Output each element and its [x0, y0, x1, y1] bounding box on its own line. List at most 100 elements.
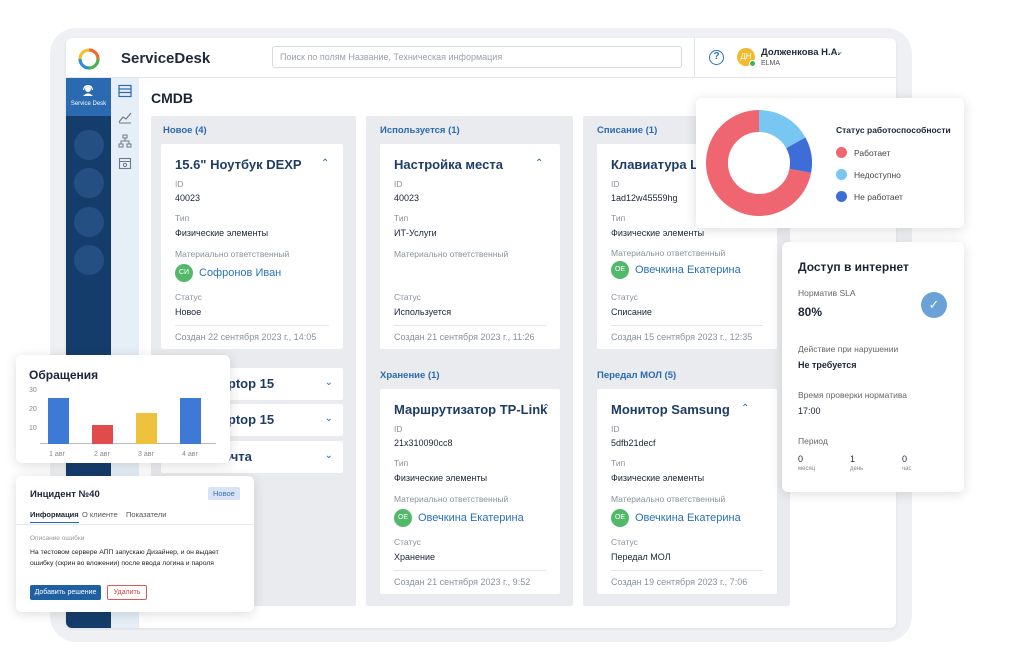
card-title[interactable]: Монитор Samsung	[611, 402, 730, 417]
health-status-panel: Статус работоспособности Работает Недост…	[696, 98, 964, 228]
owner-avatar: ОЕ	[611, 509, 629, 527]
id-value: 40023	[394, 193, 420, 203]
y-tick: 10	[29, 425, 37, 432]
type-value: ИТ-Услуги	[394, 228, 437, 238]
donut-segment-1	[758, 110, 806, 149]
sla-period-label: Период	[798, 436, 828, 446]
chevron-up-icon[interactable]: ⌃	[542, 403, 550, 414]
donut-title: Статус работоспособности	[836, 125, 951, 135]
top-bar: ServiceDesk Поиск по полям Название, Тех…	[66, 38, 896, 78]
status-label: Статус	[611, 292, 638, 302]
legend-dot-down	[836, 191, 847, 202]
sla-check-value: 17:00	[798, 406, 821, 416]
owner-link[interactable]: ОЕ Овечкина Екатерина	[611, 509, 741, 527]
card-title[interactable]: Маршрутизатор TP-Link	[394, 402, 547, 417]
nav-item[interactable]	[74, 168, 104, 198]
requests-chart-panel: Обращения 30 20 10 1 авг 2 авг 3 авг 4 а…	[16, 355, 230, 463]
help-icon[interactable]: ?	[709, 50, 724, 65]
servicedesk-logo-icon	[78, 48, 100, 70]
card-title[interactable]: Клавиатура Lo	[611, 157, 706, 172]
legend-label: Недоступно	[854, 170, 901, 180]
sla-panel: Доступ в интернет Норматив SLA 80% ✓ Дей…	[782, 242, 964, 492]
headset-icon	[82, 84, 94, 96]
created-date: Создан 19 сентября 2023 г., 7:06	[611, 570, 763, 587]
sla-norm-label: Норматив SLA	[798, 288, 856, 298]
created-date: Создан 22 сентября 2023 г., 14:05	[175, 325, 329, 342]
chevron-up-icon[interactable]: ⌃	[535, 158, 543, 169]
owner-name[interactable]: Овечкина Екатерина	[635, 264, 741, 276]
sla-norm-value: 80%	[798, 305, 823, 319]
x-tick: 1 авг	[49, 451, 66, 458]
add-solution-button[interactable]: Добавить решение	[30, 585, 101, 600]
donut-chart	[706, 110, 812, 216]
owner-name[interactable]: Овечкина Екатерина	[635, 512, 741, 524]
legend-label: Не работает	[854, 192, 903, 202]
divider	[16, 524, 254, 525]
nav-item[interactable]	[74, 130, 104, 160]
nav-item[interactable]	[74, 207, 104, 237]
chevron-down-icon[interactable]: ⌄	[325, 450, 333, 461]
chevron-up-icon[interactable]: ⌃	[321, 158, 329, 169]
card-title[interactable]: 15.6" Ноутбук DEXP	[175, 157, 302, 172]
bar	[48, 397, 69, 444]
check-icon: ✓	[921, 292, 947, 318]
asset-card[interactable]: Монитор Samsung ⌃ ID 5dfb21decf Тип Физи…	[597, 389, 777, 594]
tab-client[interactable]: О клиенте	[82, 510, 118, 519]
status-value: Передал МОЛ	[611, 552, 671, 562]
sla-action-label: Действие при нарушении	[798, 344, 899, 354]
x-tick: 2 авг	[94, 451, 111, 458]
owner-label: Материально ответственный	[611, 494, 726, 504]
owner-link[interactable]: ОЕ Овечкина Екатерина	[394, 509, 524, 527]
owner-avatar: ОЕ	[394, 509, 412, 527]
card-title[interactable]: Настройка места	[394, 157, 503, 172]
tab-metrics[interactable]: Показатели	[126, 510, 166, 519]
chevron-down-icon[interactable]: ⌄	[836, 46, 844, 57]
owner-label: Материально ответственный	[175, 249, 290, 259]
asset-card[interactable]: Маршрутизатор TP-Link ⌃ ID 21x310090cc8 …	[380, 389, 560, 594]
sla-title: Доступ в интернет	[798, 260, 909, 274]
legend-dot-unavailable	[836, 169, 847, 180]
chevron-down-icon[interactable]: ⌄	[325, 377, 333, 388]
bar	[92, 424, 113, 444]
type-value: Физические элементы	[394, 473, 488, 483]
list-icon[interactable]	[118, 84, 132, 98]
online-status-dot	[749, 60, 756, 67]
owner-link[interactable]: СИ Софронов Иван	[175, 264, 281, 282]
status-value: Списание	[611, 307, 652, 317]
status-value: Используется	[394, 307, 452, 317]
hierarchy-icon[interactable]	[118, 134, 132, 148]
asset-card[interactable]: 15.6" Ноутбук DEXP ⌃ ID 40023 Тип Физиче…	[161, 144, 343, 349]
id-value: 5dfb21decf	[611, 438, 656, 448]
delete-button[interactable]: Удалить	[107, 585, 147, 600]
period-unit: день	[850, 466, 864, 472]
created-date: Создан 15 сентября 2023 г., 12:35	[611, 325, 763, 342]
user-org: ELMA	[761, 60, 781, 67]
search-input[interactable]: Поиск по полям Название, Техническая инф…	[272, 46, 682, 68]
user-name[interactable]: Долженкова Н.А.	[761, 47, 840, 58]
chevron-up-icon[interactable]: ⌃	[741, 403, 749, 414]
nav-item[interactable]	[74, 245, 104, 275]
tab-information[interactable]: Информация	[30, 510, 79, 523]
chevron-down-icon[interactable]: ⌄	[325, 413, 333, 424]
nav-item-service-desk[interactable]: Service Desk	[66, 78, 111, 116]
owner-label: Материально ответственный	[394, 249, 509, 259]
sla-action-value: Не требуется	[798, 360, 857, 370]
status-value: Хранение	[394, 552, 435, 562]
owner-avatar: СИ	[175, 264, 193, 282]
x-tick: 3 авг	[138, 451, 155, 458]
period-value: 0	[902, 454, 908, 464]
status-label: Статус	[175, 292, 202, 302]
owner-link[interactable]: ОЕ Овечкина Екатерина	[611, 261, 741, 279]
id-value: 40023	[175, 193, 201, 203]
type-value: Физические элементы	[611, 228, 705, 238]
status-label: Статус	[394, 292, 421, 302]
kanban-column-in-use: Используется (1) Настройка места ⌃ ID 40…	[366, 116, 573, 606]
calendar-icon[interactable]	[118, 156, 132, 170]
asset-card[interactable]: Настройка места ⌃ ID 40023 Тип ИТ-Услуги…	[380, 144, 560, 349]
type-value: Физические элементы	[611, 473, 705, 483]
id-label: ID	[175, 179, 184, 189]
chart-icon[interactable]	[118, 110, 132, 124]
owner-label: Материально ответственный	[611, 248, 726, 258]
owner-name[interactable]: Софронов Иван	[199, 267, 281, 279]
owner-name[interactable]: Овечкина Екатерина	[418, 512, 524, 524]
